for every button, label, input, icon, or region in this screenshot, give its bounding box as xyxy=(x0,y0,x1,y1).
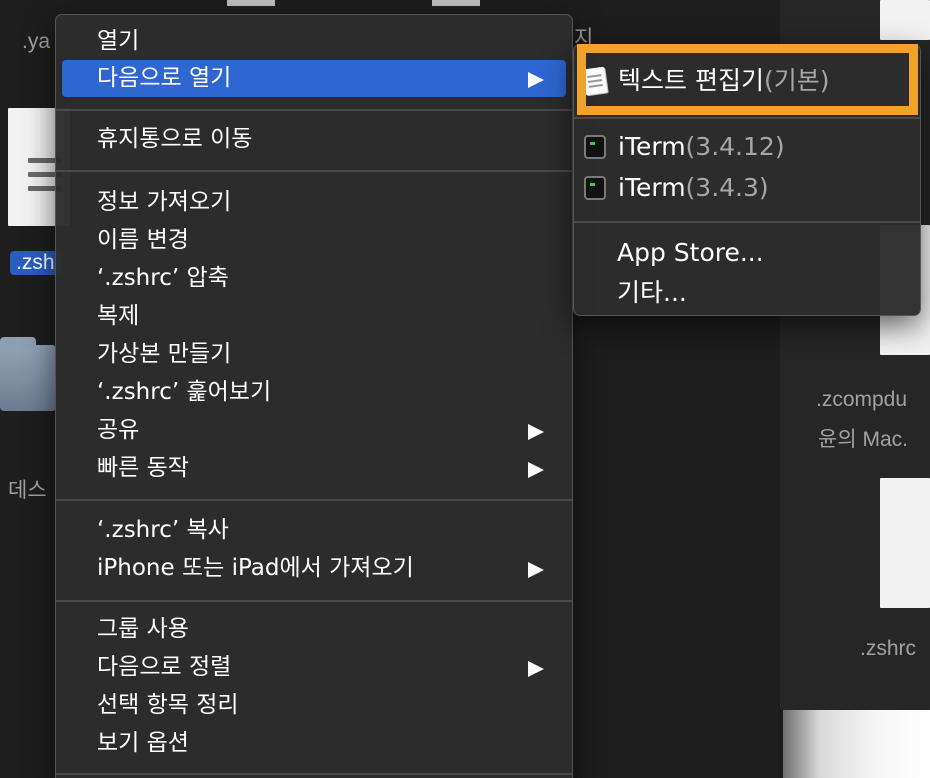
iterm-icon xyxy=(584,135,608,161)
menu-item-label: 기타... xyxy=(617,278,687,307)
file-thumbnail[interactable] xyxy=(880,478,930,608)
menu-separator xyxy=(56,773,572,775)
submenu-arrow-icon xyxy=(528,562,544,578)
menu-item-label: 이름 변경 xyxy=(97,227,189,253)
app-name: iTerm xyxy=(618,173,686,202)
menu-separator xyxy=(56,600,572,602)
submenu-item-iterm-3-4-3[interactable]: iTerm(3.4.3) xyxy=(584,169,910,207)
menu-separator xyxy=(574,117,920,119)
menu-item-compress[interactable]: ‘.zshrc’ 압축 xyxy=(62,260,566,297)
context-menu: 열기 다음으로 열기 휴지통으로 이동 정보 가져오기 이름 변경 ‘.zshr… xyxy=(55,14,573,778)
submenu-item-app-store[interactable]: App Store... xyxy=(584,234,910,272)
file-thumbnail[interactable] xyxy=(880,0,930,40)
menu-item-copy[interactable]: ‘.zshrc’ 복사 xyxy=(62,512,566,549)
menu-item-use-groups[interactable]: 그룹 사용 xyxy=(62,611,566,648)
menu-item-duplicate[interactable]: 복제 xyxy=(62,298,566,335)
annotation-highlight-box xyxy=(577,44,918,115)
app-suffix: (3.4.12) xyxy=(685,132,785,161)
menu-item-label: 다음으로 열기 xyxy=(97,65,232,91)
menu-item-label: 선택 항목 정리 xyxy=(97,692,239,718)
menu-item-quick-look[interactable]: ‘.zshrc’ 훑어보기 xyxy=(62,374,566,411)
menu-item-share[interactable]: 공유 xyxy=(62,412,566,449)
menu-item-clean-up-selection[interactable]: 선택 항목 정리 xyxy=(62,687,566,724)
menu-item-label: 다음으로 정렬 xyxy=(97,654,232,680)
submenu-arrow-icon xyxy=(528,661,544,677)
selected-file-label[interactable]: .zsh xyxy=(10,251,61,275)
menu-item-label: 빠른 동작 xyxy=(97,455,189,481)
menu-item-make-alias[interactable]: 가상본 만들기 xyxy=(62,336,566,373)
app-name: iTerm xyxy=(618,132,686,161)
menu-item-label: iPhone 또는 iPad에서 가져오기 xyxy=(97,555,414,581)
file-label[interactable]: .ya xyxy=(22,30,50,54)
menu-item-open[interactable]: 열기 xyxy=(62,23,566,60)
file-label[interactable]: .zcompdu xyxy=(816,388,907,412)
menu-separator xyxy=(56,109,572,111)
submenu-item-other[interactable]: 기타... xyxy=(584,274,910,312)
file-label: 윤의 Mac. xyxy=(818,428,908,451)
menu-separator xyxy=(56,499,572,501)
file-thumbnail-top xyxy=(432,0,480,6)
iterm-icon xyxy=(584,176,608,202)
menu-item-show-view-options[interactable]: 보기 옵션 xyxy=(62,725,566,762)
menu-item-import-from-iphone[interactable]: iPhone 또는 iPad에서 가져오기 xyxy=(62,550,566,587)
menu-item-open-with[interactable]: 다음으로 열기 xyxy=(62,60,566,97)
menu-item-label: 복제 xyxy=(97,303,140,329)
file-label[interactable]: 데스 xyxy=(8,474,47,504)
menu-item-move-to-trash[interactable]: 휴지통으로 이동 xyxy=(62,121,566,158)
submenu-arrow-icon xyxy=(528,424,544,440)
app-suffix: (3.4.3) xyxy=(685,173,769,202)
menu-item-quick-actions[interactable]: 빠른 동작 xyxy=(62,450,566,487)
menu-item-label: ‘.zshrc’ 훑어보기 xyxy=(97,379,272,405)
menu-item-label: 공유 xyxy=(97,417,140,443)
submenu-item-iterm-3-4-12[interactable]: iTerm(3.4.12) xyxy=(584,128,910,166)
menu-item-label: ‘.zshrc’ 복사 xyxy=(97,517,229,543)
file-thumbnail-top xyxy=(227,0,275,6)
menu-item-label: 정보 가져오기 xyxy=(97,189,232,215)
file-label[interactable]: .zshrc xyxy=(860,637,916,661)
window-preview xyxy=(783,710,930,778)
menu-item-label: 휴지통으로 이동 xyxy=(97,126,253,152)
menu-item-label: 그룹 사용 xyxy=(97,616,189,642)
menu-item-rename[interactable]: 이름 변경 xyxy=(62,222,566,259)
menu-separator xyxy=(56,170,572,172)
menu-item-label: 가상본 만들기 xyxy=(97,341,232,367)
menu-item-label: ‘.zshrc’ 압축 xyxy=(97,265,229,291)
submenu-arrow-icon xyxy=(528,72,544,88)
menu-item-label: 열기 xyxy=(97,28,140,54)
menu-item-label: App Store... xyxy=(617,238,764,267)
menu-item-get-info[interactable]: 정보 가져오기 xyxy=(62,184,566,221)
menu-item-sort-by[interactable]: 다음으로 정렬 xyxy=(62,649,566,686)
menu-item-label: 보기 옵션 xyxy=(97,730,189,756)
desktop-folder-icon[interactable] xyxy=(0,337,56,411)
submenu-arrow-icon xyxy=(528,462,544,478)
menu-separator xyxy=(574,221,920,223)
